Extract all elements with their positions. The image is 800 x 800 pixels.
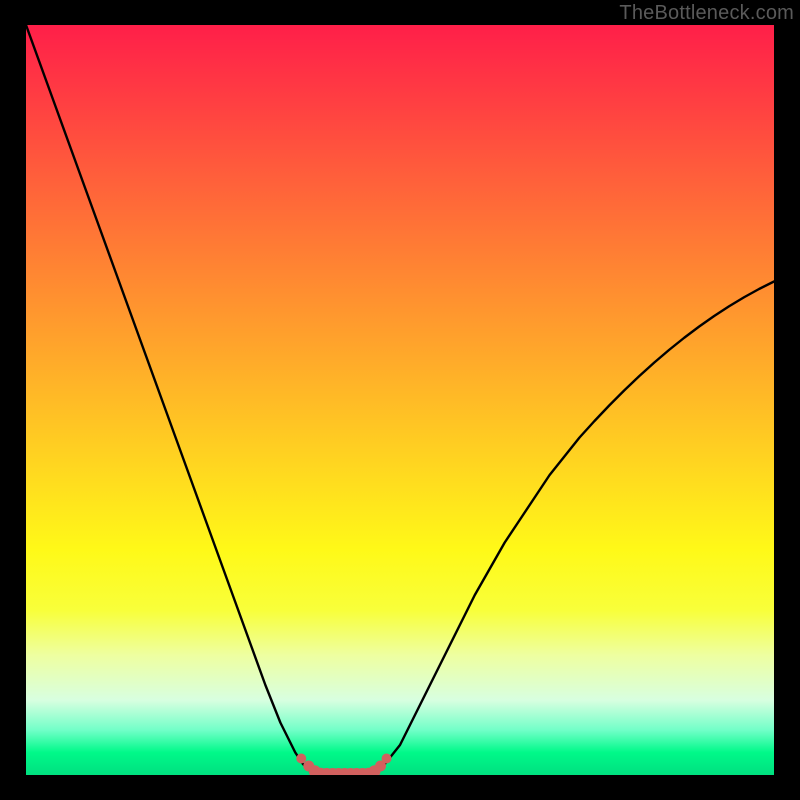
watermark-text: TheBottleneck.com xyxy=(619,2,794,25)
curve-marker xyxy=(382,754,392,764)
bottleneck-markers xyxy=(296,754,391,776)
plot-area xyxy=(26,25,774,775)
bottleneck-curve-svg xyxy=(26,25,774,775)
bottleneck-curve xyxy=(26,25,774,775)
curve-marker xyxy=(296,754,306,764)
